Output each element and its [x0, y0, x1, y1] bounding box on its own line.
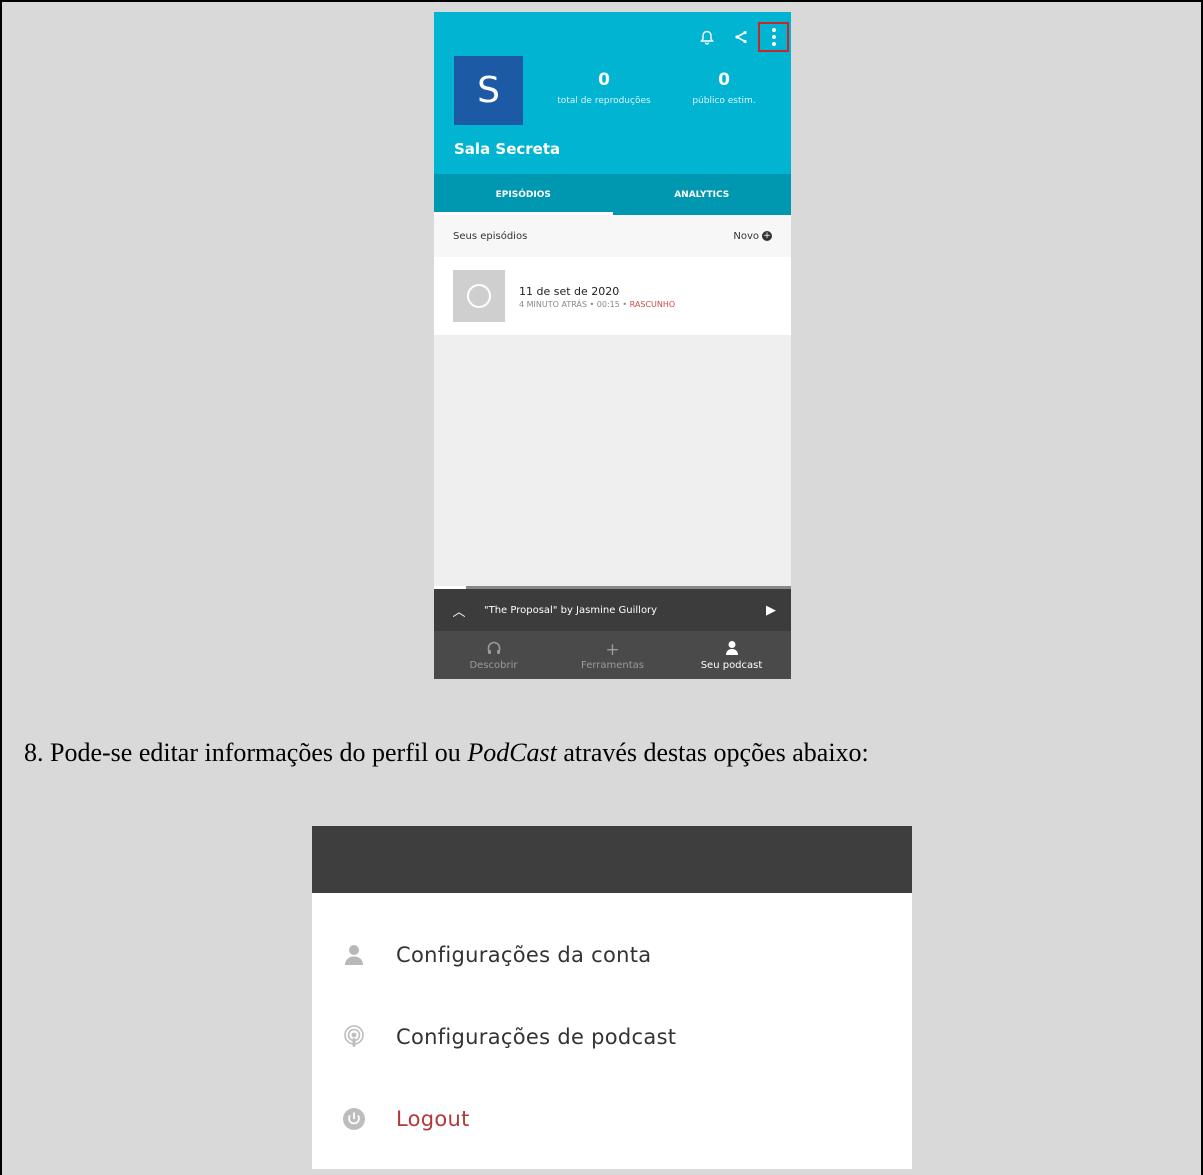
add-circle-icon: +	[762, 230, 772, 241]
episode-title: 11 de set de 2020	[519, 285, 620, 298]
episode-meta: 4 MINUTO ATRÁS • 00:15 • RASCUNHO	[519, 300, 675, 309]
menu-item-logout[interactable]: Logout	[312, 1094, 912, 1144]
logout-label: Logout	[396, 1107, 470, 1131]
section-title: Seus episódios	[453, 230, 528, 242]
chevron-up-icon[interactable]: ︿	[434, 601, 484, 620]
instruction-paragraph: 8. Pode-se editar informações do perfil …	[24, 738, 1194, 768]
nav-your-podcast-label: Seu podcast	[700, 659, 763, 671]
total-plays-label: total de reproduções	[557, 96, 651, 106]
nav-tools-label: Ferramentas	[580, 659, 645, 671]
new-episode-button[interactable]: Novo +	[733, 230, 772, 242]
tab-episodes[interactable]: EPISÓDIOS	[434, 174, 613, 215]
power-icon	[312, 1107, 396, 1131]
tab-bar: EPISÓDIOS ANALYTICS	[434, 174, 791, 215]
more-options-icon[interactable]	[758, 22, 789, 52]
podcast-name: Sala Secreta	[454, 140, 561, 158]
mini-player[interactable]: ︿ "The Proposal" by Jasmine Guillory ▶	[434, 589, 791, 631]
menu-top-bar	[312, 826, 912, 893]
menu-item-podcast-settings[interactable]: Configurações de podcast	[312, 1012, 912, 1062]
player-track: "The Proposal" by Jasmine Guillory	[484, 604, 658, 616]
play-icon[interactable]: ▶	[751, 603, 791, 618]
person-icon	[312, 944, 396, 966]
plus-icon: +	[605, 639, 620, 660]
document-frame: S 0 total de reproduções 0 público estim…	[0, 0, 1203, 1175]
nav-discover[interactable]: Descobrir	[434, 631, 553, 679]
total-plays-value: 0	[598, 70, 610, 90]
paragraph-prefix: 8. Pode-se editar informações do perfil …	[24, 738, 468, 767]
audience-label: público estim.	[692, 96, 756, 106]
new-label: Novo	[733, 230, 759, 242]
bottom-nav: Descobrir + Ferramentas Seu podcast	[434, 631, 791, 679]
bell-icon[interactable]	[690, 21, 724, 53]
episode-thumbnail	[453, 270, 505, 322]
paragraph-emphasis: PodCast	[467, 738, 557, 767]
total-plays-stat: 0 total de reproduções	[552, 70, 656, 106]
paragraph-suffix: através destas opções abaixo:	[556, 738, 869, 767]
headphones-icon	[486, 640, 502, 660]
tab-analytics[interactable]: ANALYTICS	[613, 174, 792, 215]
nav-discover-label: Descobrir	[469, 659, 518, 671]
podcast-avatar: S	[454, 56, 523, 125]
menu-item-account-settings[interactable]: Configurações da conta	[312, 930, 912, 980]
episode-art-icon	[467, 284, 491, 308]
podcast-settings-label: Configurações de podcast	[396, 1025, 677, 1049]
nav-your-podcast[interactable]: Seu podcast	[672, 631, 791, 679]
share-icon[interactable]	[724, 21, 758, 53]
audience-value: 0	[718, 70, 730, 90]
options-menu-screenshot: Configurações da conta Configurações de …	[312, 826, 912, 1169]
podcast-icon	[312, 1025, 396, 1049]
header-actions	[690, 21, 791, 53]
account-settings-label: Configurações da conta	[396, 943, 652, 967]
audience-stat: 0 público estim.	[674, 70, 774, 106]
episodes-section-header: Seus episódios Novo +	[434, 215, 791, 257]
person-icon	[725, 640, 739, 660]
podcast-header: S 0 total de reproduções 0 público estim…	[434, 12, 791, 184]
episode-meta-text: 4 MINUTO ATRÁS • 00:15 •	[519, 300, 630, 309]
nav-tools[interactable]: + Ferramentas	[553, 631, 672, 679]
phone-screenshot: S 0 total de reproduções 0 público estim…	[434, 12, 791, 679]
episode-row[interactable]: 11 de set de 2020 4 MINUTO ATRÁS • 00:15…	[434, 257, 791, 335]
draft-status: RASCUNHO	[629, 300, 676, 309]
